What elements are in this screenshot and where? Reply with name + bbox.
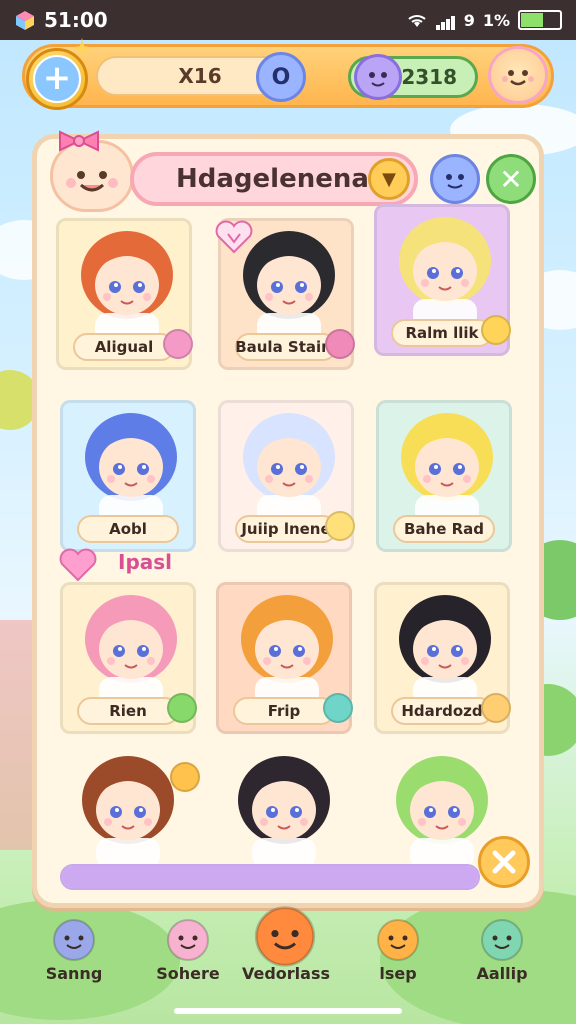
mail-icon <box>164 916 212 962</box>
nav-item[interactable]: Sohere <box>140 912 236 1002</box>
heart-icon <box>59 548 97 582</box>
character-portrait <box>399 217 491 327</box>
character-badge-icon <box>325 511 355 541</box>
status-time: 51:00 <box>44 8 108 32</box>
emote-button[interactable] <box>430 154 480 204</box>
currency-o-button[interactable]: O <box>256 52 306 102</box>
character-card[interactable]: Bahe Rad <box>376 400 512 552</box>
sparkle-icon <box>72 38 92 58</box>
character-badge-icon <box>325 329 355 359</box>
wifi-icon <box>408 15 426 27</box>
nav-label: Aallip <box>476 964 528 983</box>
nav-label: lsep <box>379 964 417 983</box>
signal-bars-icon <box>435 11 456 30</box>
cat-face-icon <box>374 916 422 962</box>
nav-item[interactable]: Sanng <box>26 912 122 1002</box>
title-dropdown-button[interactable]: ▼ <box>368 158 410 200</box>
status-bar: 51:00 9 1% <box>0 0 576 40</box>
character-name: Bahe Rad <box>393 515 495 543</box>
character-card[interactable]: Aligual <box>56 218 193 370</box>
close-icon: ✕ <box>499 162 523 196</box>
character-name: Hdardozd <box>391 697 493 725</box>
cross-icon <box>492 850 516 874</box>
character-name: Baula Staim <box>235 333 337 361</box>
character-card[interactable]: Juiip lnene <box>218 400 355 552</box>
nav-item[interactable]: Aallip <box>454 912 550 1002</box>
home-indicator[interactable] <box>174 1008 402 1014</box>
close-button[interactable]: ✕ <box>486 154 536 204</box>
character-badge-icon <box>323 693 353 723</box>
character-portrait <box>401 413 493 523</box>
o-button-label: O <box>271 64 291 90</box>
chevron-down-icon: ▼ <box>382 168 396 190</box>
battery-percent: 1% <box>482 10 510 30</box>
character-portrait <box>241 595 333 705</box>
character-badge-icon <box>170 762 200 792</box>
character-card[interactable]: Frip <box>216 582 353 734</box>
gem-value: 2318 <box>401 65 457 89</box>
blue-face-icon <box>446 174 464 189</box>
profile-avatar-button[interactable] <box>488 46 548 104</box>
nav-item[interactable]: lsep <box>350 912 446 1002</box>
nav-label: Sanng <box>45 964 103 983</box>
purple-creature-icon <box>354 54 402 100</box>
plus-icon: + <box>33 55 81 103</box>
nav-item[interactable]: Vedorlass <box>238 906 334 1002</box>
orange-face-icon <box>250 902 320 968</box>
bonus-badge-button[interactable] <box>478 836 530 888</box>
character-portrait <box>85 595 177 705</box>
battery-icon <box>518 10 562 30</box>
house-icon <box>50 916 98 962</box>
character-card[interactable] <box>216 746 352 866</box>
character-name: Rien <box>77 697 179 725</box>
character-card[interactable]: Rien <box>60 582 197 734</box>
character-name: Aobl <box>77 515 179 543</box>
heart-gem-icon <box>215 220 253 254</box>
character-name: Juiip lnene <box>235 515 337 543</box>
character-portrait <box>81 231 173 341</box>
character-badge-icon <box>481 315 511 345</box>
favorites-label: Ipasl <box>118 550 173 574</box>
character-card[interactable]: Aobl <box>60 400 196 552</box>
character-badge-icon <box>167 693 197 723</box>
coin-value: X16 <box>178 64 222 88</box>
character-portrait <box>399 595 491 705</box>
nav-label: Sohere <box>156 964 220 983</box>
character-name: Frip <box>233 697 335 725</box>
nav-label: Vedorlass <box>241 964 331 983</box>
character-name: Ralm llik <box>391 319 493 347</box>
character-portrait <box>85 413 177 523</box>
progress-fill <box>62 866 478 888</box>
progress-bar <box>60 864 480 890</box>
app-cube-icon <box>16 11 34 30</box>
character-badge-icon <box>163 329 193 359</box>
pink-bow-icon <box>59 130 99 152</box>
character-badge-icon <box>481 693 511 723</box>
green-face-icon <box>478 916 526 962</box>
character-portrait <box>243 413 335 523</box>
character-card[interactable] <box>60 746 200 866</box>
character-name: Aligual <box>73 333 175 361</box>
signal-text: 9 <box>463 10 475 30</box>
character-card[interactable]: Ralm llik <box>374 204 511 356</box>
character-card[interactable]: Hdardozd <box>374 582 511 734</box>
character-portrait <box>238 756 330 866</box>
panel-title-text: Hdagelenena <box>176 164 369 194</box>
